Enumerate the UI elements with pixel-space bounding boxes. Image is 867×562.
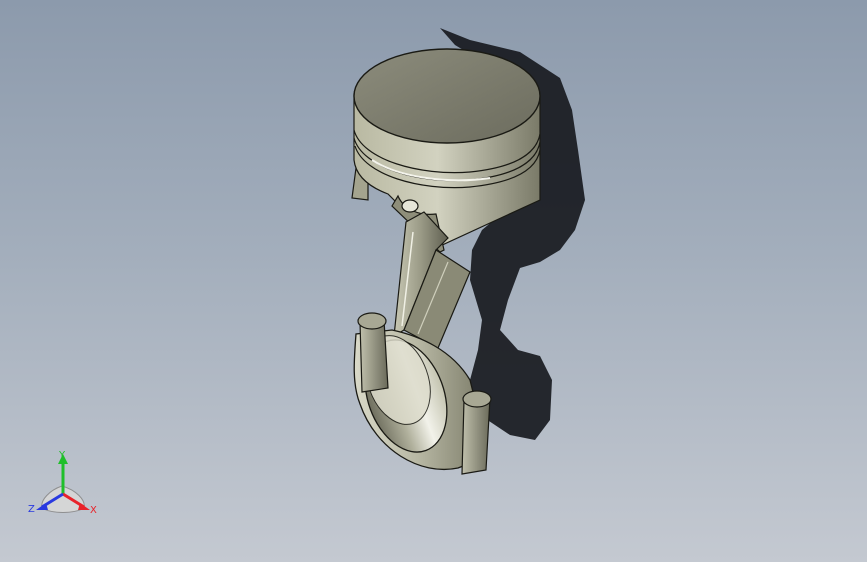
z-axis-label: Z	[28, 504, 35, 515]
piston-crown	[353, 48, 541, 144]
graphics-viewport[interactable]: Y X Z	[0, 0, 867, 562]
y-axis-label: Y	[59, 450, 66, 461]
rod-bolt[interactable]	[357, 312, 389, 393]
piston-pin	[401, 199, 419, 213]
view-orientation-triad[interactable]: Y X Z	[22, 448, 106, 524]
x-axis-label: X	[90, 505, 97, 516]
model-scene[interactable]	[0, 0, 867, 562]
rod-bolt[interactable]	[461, 390, 492, 475]
